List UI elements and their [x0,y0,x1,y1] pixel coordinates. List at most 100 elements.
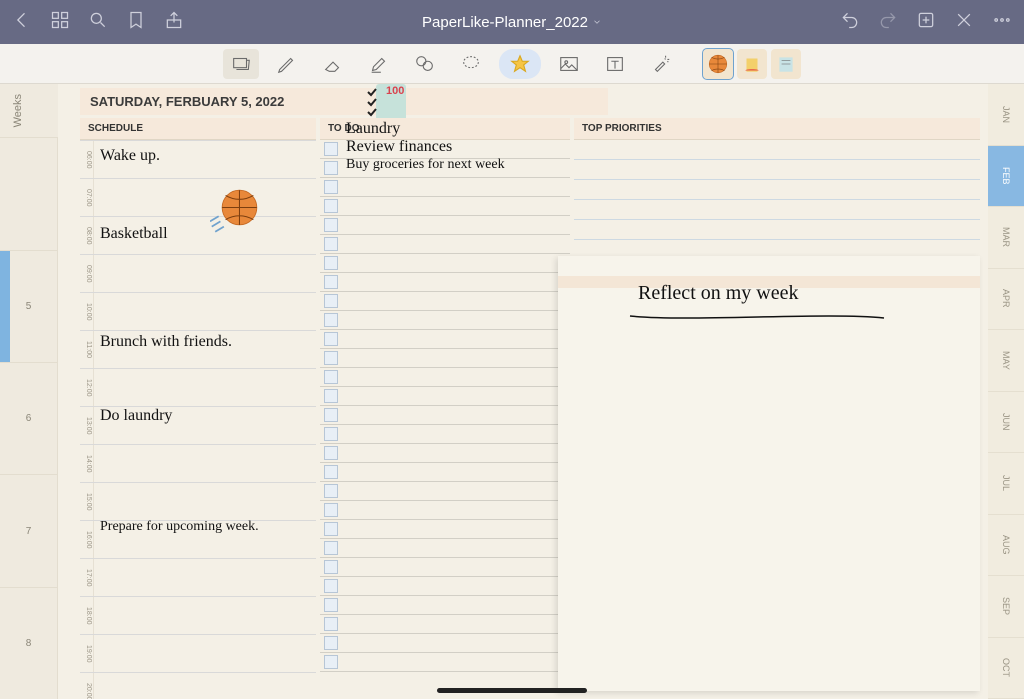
todo-checkbox[interactable] [324,598,338,612]
todo-checkbox[interactable] [324,294,338,308]
week-tab[interactable]: 8 [0,587,58,699]
favorites-tool[interactable] [499,49,541,79]
todo-checkbox[interactable] [324,142,338,156]
todo-checkbox[interactable] [324,180,338,194]
month-tab[interactable]: MAR [988,207,1024,269]
month-tab[interactable]: SEP [988,576,1024,638]
todo-checkbox[interactable] [324,636,338,650]
lasso-tool[interactable] [453,49,489,79]
sticker-basketball[interactable] [703,49,733,79]
schedule-row[interactable]: 20:00 [80,673,316,699]
browse-tool[interactable] [223,49,259,79]
todo-row[interactable] [320,596,570,615]
journal-card[interactable]: Reflect on my week [558,256,980,691]
todo-checkbox[interactable] [324,389,338,403]
todo-row[interactable] [320,425,570,444]
week-tab[interactable]: 5 [0,250,58,362]
month-tab[interactable]: MAY [988,330,1024,392]
schedule-row[interactable]: 14:00 [80,445,316,483]
todo-row[interactable] [320,634,570,653]
schedule-row[interactable]: 12:00 [80,369,316,407]
planner-page[interactable]: SATURDAY, FERBUARY 5, 2022 100 SCHEDULE … [58,84,988,699]
eraser-tool[interactable] [315,49,351,79]
image-tool[interactable] [551,49,587,79]
basketball-sticker[interactable] [210,185,262,237]
todo-row[interactable] [320,558,570,577]
todo-row[interactable] [320,615,570,634]
todo-checkbox[interactable] [324,503,338,517]
sticker-list[interactable] [737,49,767,79]
todo-checkbox[interactable] [324,446,338,460]
schedule-row[interactable]: 07:00 [80,179,316,217]
redo-icon[interactable] [878,10,898,35]
month-tab[interactable]: AUG [988,515,1024,577]
schedule-row[interactable]: 19:00 [80,635,316,673]
schedule-row[interactable]: 09:00 [80,255,316,293]
todo-checkbox[interactable] [324,199,338,213]
todo-checkbox[interactable] [324,218,338,232]
month-tab[interactable]: JUL [988,453,1024,515]
todo-row[interactable] [320,254,570,273]
todo-row[interactable] [320,520,570,539]
todo-checkbox[interactable] [324,313,338,327]
more-icon[interactable] [992,10,1012,35]
week-tab[interactable]: 6 [0,362,58,474]
todo-row[interactable] [320,387,570,406]
month-tab[interactable]: APR [988,269,1024,331]
todo-checkbox[interactable] [324,237,338,251]
todo-row[interactable] [320,330,570,349]
schedule-row[interactable]: 10:00 [80,293,316,331]
todo-checkbox[interactable] [324,541,338,555]
todo-row[interactable] [320,311,570,330]
week-tab[interactable]: 7 [0,474,58,586]
todo-checkbox[interactable] [324,427,338,441]
highlighter-tool[interactable] [361,49,397,79]
search-icon[interactable] [88,10,108,35]
todo-checkbox[interactable] [324,351,338,365]
week-tab[interactable] [0,137,58,249]
todo-row[interactable] [320,444,570,463]
document-title[interactable]: PaperLike-Planner_2022 [184,14,840,31]
todo-row[interactable] [320,577,570,596]
todo-row[interactable] [320,482,570,501]
todo-checkbox[interactable] [324,161,338,175]
pen-tool[interactable] [269,49,305,79]
todo-row[interactable] [320,216,570,235]
sticker-notes[interactable] [771,49,801,79]
share-icon[interactable] [164,10,184,35]
todo-checkbox[interactable] [324,332,338,346]
month-tab[interactable]: OCT [988,638,1024,699]
todo-checkbox[interactable] [324,484,338,498]
back-icon[interactable] [12,10,32,35]
todo-row[interactable] [320,463,570,482]
todo-checkbox[interactable] [324,560,338,574]
todo-checkbox[interactable] [324,522,338,536]
thumbnails-icon[interactable] [50,10,70,35]
todo-row[interactable] [320,178,570,197]
todo-checkbox[interactable] [324,256,338,270]
todo-checkbox[interactable] [324,370,338,384]
todo-row[interactable] [320,235,570,254]
add-page-icon[interactable] [916,10,936,35]
todo-checkbox[interactable] [324,579,338,593]
schedule-row[interactable]: 15:00 [80,483,316,521]
todo-checkbox[interactable] [324,655,338,669]
todo-row[interactable] [320,292,570,311]
todo-checkbox[interactable] [324,275,338,289]
todo-checkbox[interactable] [324,408,338,422]
todo-row[interactable] [320,368,570,387]
todo-row[interactable] [320,539,570,558]
schedule-row[interactable]: 17:00 [80,559,316,597]
month-tab[interactable]: JAN [988,84,1024,146]
laser-tool[interactable] [643,49,679,79]
todo-row[interactable] [320,197,570,216]
bookmark-icon[interactable] [126,10,146,35]
todo-row[interactable] [320,653,570,672]
close-icon[interactable] [954,10,974,35]
todo-row[interactable] [320,349,570,368]
todo-row[interactable] [320,501,570,520]
todo-checkbox[interactable] [324,617,338,631]
todo-row[interactable] [320,273,570,292]
todo-checkbox[interactable] [324,465,338,479]
todo-row[interactable] [320,406,570,425]
